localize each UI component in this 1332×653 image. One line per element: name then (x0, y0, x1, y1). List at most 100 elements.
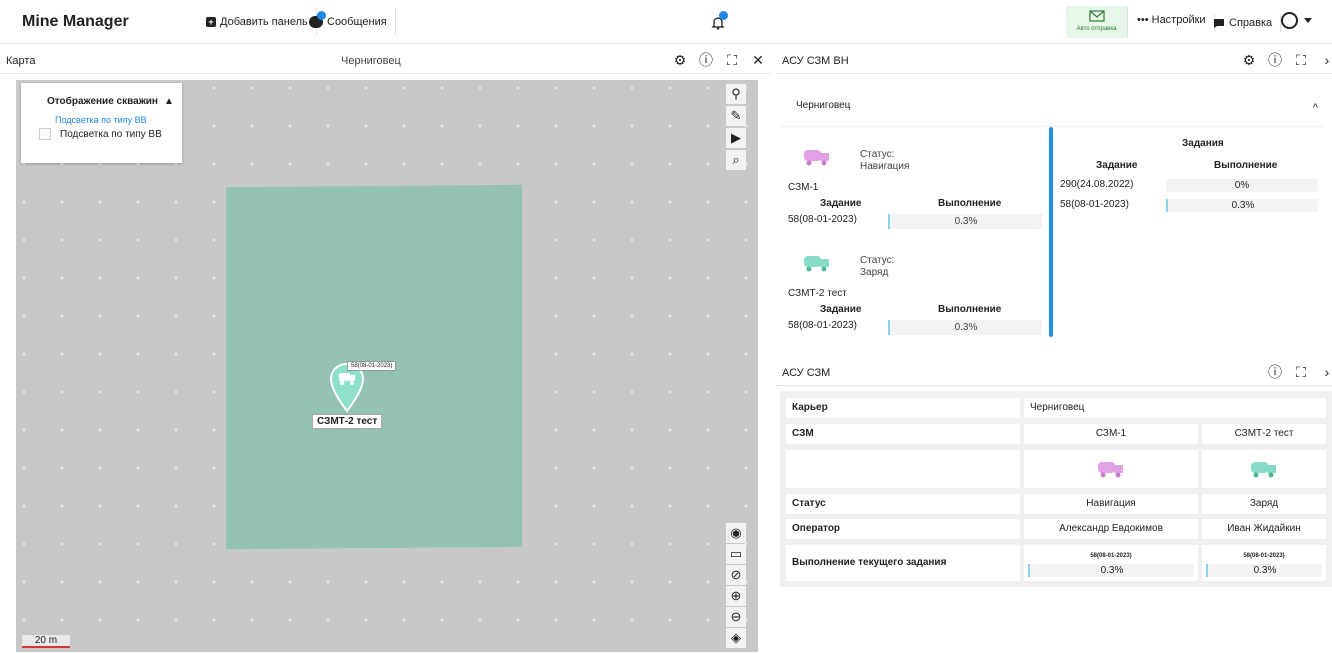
app-brand: Mine Manager (22, 13, 129, 30)
search-icon[interactable]: ⌕ (726, 150, 746, 170)
help-button[interactable]: Справка (1213, 14, 1282, 32)
sz-panel-controls: ⓘ ⛶ › (1267, 364, 1332, 380)
compass-icon[interactable]: ⊘ (726, 565, 746, 585)
vn-panel-body: Черниговец ^ Статус: Навигация СЗМ-1 Зад… (780, 80, 1332, 338)
settings-button[interactable]: ••• Настройки (1137, 14, 1215, 32)
gear-icon[interactable]: ⚙ (672, 52, 688, 68)
help-chat-icon (1214, 18, 1224, 28)
status2: Заряд (1202, 494, 1326, 514)
task-header: Задание (1096, 160, 1138, 171)
exec1-task: 58(08-01-2023) (1090, 553, 1132, 559)
status-label: Статус: (860, 255, 895, 266)
exec2: 58(08-01-2023) 0.3% (1202, 545, 1326, 581)
chevron-right-icon[interactable]: › (1319, 52, 1332, 68)
szm1-image (1024, 450, 1198, 488)
chevron-down-icon (1304, 18, 1312, 23)
user-menu[interactable] (1281, 12, 1312, 29)
map-panel-controls: ⚙ ⓘ ⛶ ✕ (672, 52, 766, 68)
top-bar: Mine Manager + Добавить панель Сообщения… (0, 0, 1332, 44)
section-divider-bar (1049, 127, 1053, 337)
operator-label: Оператор (786, 519, 1020, 539)
progress-header: Выполнение (938, 304, 1002, 315)
legend-title[interactable]: Отображение скважин ▲ (47, 96, 174, 107)
vehicle-name: СЗМТ-2 тест (788, 288, 847, 299)
legend-checkbox-row[interactable]: Подсветка по типу ВВ (39, 128, 162, 140)
operator1: Александр Евдокимов (1024, 519, 1198, 539)
chevron-up-icon: ▲ (163, 96, 174, 107)
szm2-image (1202, 450, 1326, 488)
dots-icon: ••• (1137, 14, 1149, 26)
progress-value: 0.3% (1166, 199, 1318, 212)
messages-label: Сообщения (327, 16, 387, 28)
truck-icon (804, 256, 829, 272)
quarry-label: Карьер (786, 398, 1020, 418)
messages-button[interactable]: Сообщения (309, 8, 396, 36)
bell-icon[interactable] (711, 11, 728, 30)
image-row-label (786, 450, 1020, 488)
vn-panel-header: АСУ СЗМ ВН ⚙ ⓘ ⛶ › (776, 48, 1332, 74)
sz-panel-title: АСУ СЗМ (782, 367, 831, 379)
progress-header: Выполнение (1214, 160, 1278, 171)
szm1-name: СЗМ-1 (1024, 424, 1198, 444)
zoom-in-icon[interactable]: ⊕ (726, 586, 746, 606)
szm-label: СЗМ (786, 424, 1020, 444)
help-icon[interactable]: ⓘ (1267, 52, 1283, 68)
operator2: Иван Жидайкин (1202, 519, 1326, 539)
scale-bar: 20 m (22, 635, 70, 648)
chevron-up-icon[interactable]: ^ (1313, 102, 1318, 114)
exec1-pct: 0.3% (1028, 564, 1194, 577)
settings-label: Настройки (1151, 14, 1206, 26)
user-icon (1281, 12, 1298, 29)
plus-icon: + (206, 17, 216, 27)
status-value: Заряд (860, 267, 889, 278)
task-value: 58(08-01-2023) (1060, 199, 1129, 210)
auto-send-button[interactable]: Авто отправка (1066, 6, 1128, 38)
pencil-icon[interactable]: ✎ (726, 106, 746, 126)
progress-value: 0% (1166, 179, 1318, 192)
layers-toggle-icon[interactable]: ⚲ (726, 84, 746, 104)
status-label: Статус: (860, 149, 895, 160)
add-panel-label: Добавить панель (220, 16, 308, 28)
add-panel-button[interactable]: + Добавить панель (206, 8, 317, 36)
exec2-task: 58(08-01-2023) (1243, 553, 1285, 559)
locate-icon[interactable]: ◉ (726, 523, 746, 543)
tasks-title: Задания (1182, 138, 1224, 149)
help-icon[interactable]: ⓘ (698, 52, 714, 68)
vn-panel-controls: ⚙ ⓘ ⛶ › (1241, 52, 1332, 68)
sz-info-table: Карьер Черниговец СЗМ СЗМ-1 СЗМТ-2 тест … (780, 391, 1332, 587)
ruler-icon[interactable]: ▭ (726, 544, 746, 564)
legend-checkbox[interactable] (39, 128, 51, 140)
progress-header: Выполнение (938, 198, 1002, 209)
status-label: Статус (786, 494, 1020, 514)
gear-icon[interactable]: ⚙ (1241, 52, 1257, 68)
close-icon[interactable]: ✕ (750, 52, 766, 68)
sz-panel-header: АСУ СЗМ ⓘ ⛶ › (776, 360, 1332, 386)
map-tools-bottom: ◉ ▭ ⊘ ⊕ ⊖ ◈ (726, 523, 746, 648)
vn-section-title: Черниговец (796, 100, 851, 111)
task-value: 290(24.08.2022) (1060, 179, 1134, 190)
exec1: 58(08-01-2023) 0.3% (1024, 545, 1198, 581)
chevron-right-icon[interactable]: › (1319, 364, 1332, 380)
map-panel-header: Карта Черниговец ⚙ ⓘ ⛶ ✕ (0, 48, 770, 74)
help-icon[interactable]: ⓘ (1267, 364, 1283, 380)
task-header: Задание (820, 198, 862, 209)
map-canvas[interactable]: Отображение скважин ▲ Подсветка по типу В… (16, 80, 758, 652)
legend-link[interactable]: Подсветка по типу ВВ (55, 115, 147, 125)
vn-panel-title: АСУ СЗМ ВН (782, 55, 849, 67)
truck-icon (1098, 462, 1123, 478)
progress-value: 0.3% (888, 320, 1042, 335)
task-header: Задание (820, 304, 862, 315)
layers-icon[interactable]: ◈ (726, 628, 746, 648)
map-tools-top: ⚲ ✎ ▶ ⌕ (726, 84, 746, 170)
status-value: Навигация (860, 161, 910, 172)
progress-value: 0.3% (888, 214, 1042, 229)
fullscreen-icon[interactable]: ⛶ (1293, 52, 1309, 68)
exec-label: Выполнение текущего задания (786, 545, 1020, 581)
zoom-out-icon[interactable]: ⊖ (726, 607, 746, 627)
status1: Навигация (1024, 494, 1198, 514)
fullscreen-icon[interactable]: ⛶ (724, 52, 740, 68)
fullscreen-icon[interactable]: ⛶ (1293, 364, 1309, 380)
mail-icon (1088, 10, 1105, 22)
quarry-value: Черниговец (1024, 398, 1326, 418)
play-icon[interactable]: ▶ (726, 128, 746, 148)
